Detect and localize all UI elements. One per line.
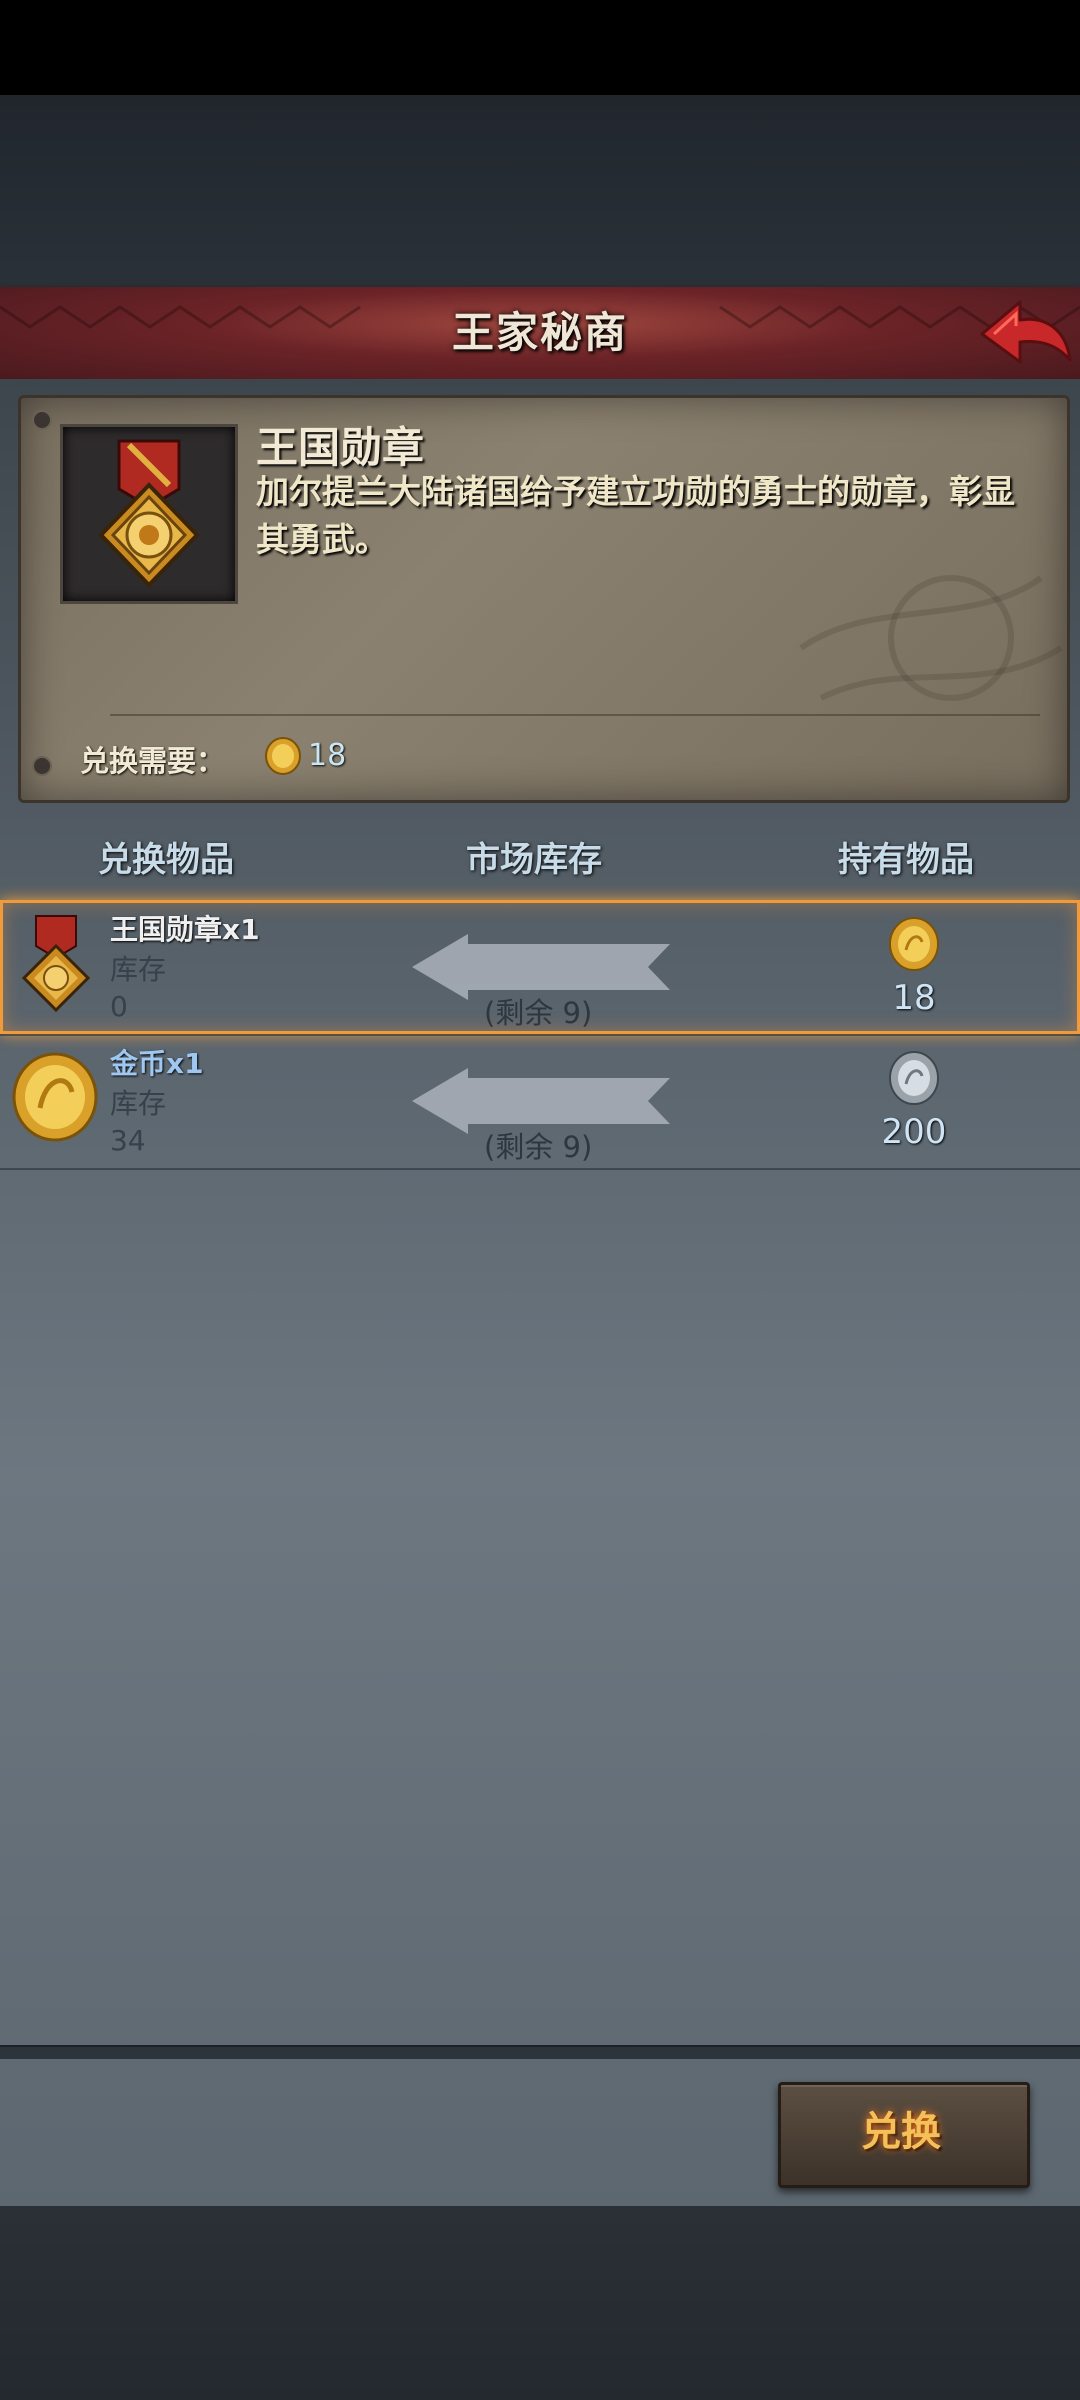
row-remaining: (剩余 9) bbox=[484, 996, 593, 1030]
medal-icon bbox=[98, 439, 200, 588]
divider bbox=[110, 714, 1040, 716]
row-stock-value: 34 bbox=[110, 1124, 146, 1157]
gold-coin-icon bbox=[12, 1052, 98, 1142]
column-header-owned-item: 持有物品 bbox=[838, 840, 974, 880]
row-stock-label: 库存 bbox=[110, 1087, 167, 1120]
cost-label: 兑换需要： bbox=[80, 744, 226, 778]
medal-icon bbox=[21, 915, 91, 1013]
row-remaining: (剩余 9) bbox=[484, 1130, 593, 1164]
row-item-name: 金币 bbox=[110, 1047, 167, 1080]
item-name: 王国勋章 bbox=[256, 423, 425, 472]
panel-rivet bbox=[32, 410, 52, 430]
exchange-button-label: 兑换 bbox=[861, 2109, 941, 2155]
row-stock-value: 0 bbox=[110, 990, 128, 1023]
column-header-market-stock: 市场库存 bbox=[466, 840, 602, 880]
status-bar bbox=[0, 0, 1080, 95]
page-title: 王家秘商 bbox=[451, 308, 628, 357]
row-item-qty: x1 bbox=[222, 913, 260, 946]
row-divider bbox=[0, 1168, 1080, 1170]
cost-value: 18 bbox=[308, 738, 347, 773]
panel-rivet bbox=[32, 756, 52, 776]
bottom-divider bbox=[0, 2045, 1080, 2059]
top-background bbox=[0, 95, 1080, 288]
column-header-exchange-item: 兑换物品 bbox=[98, 840, 234, 880]
row-owned-value: 18 bbox=[892, 978, 936, 1018]
row-item-qty: x1 bbox=[166, 1047, 204, 1080]
item-icon-frame bbox=[60, 424, 238, 604]
back-button[interactable] bbox=[974, 294, 1074, 372]
gold-coin-icon bbox=[265, 737, 301, 775]
gold-coin-icon bbox=[889, 917, 939, 971]
row-item-name: 王国勋章 bbox=[110, 913, 223, 946]
back-arrow-icon bbox=[980, 300, 1072, 364]
row-stock-label: 库存 bbox=[110, 953, 167, 986]
item-description: 加尔提兰大陆诸国给予建立功勋的勇士的勋章，彰显其勇武。 bbox=[256, 472, 1015, 559]
bottom-background bbox=[0, 2206, 1080, 2400]
silver-coin-icon bbox=[889, 1051, 939, 1105]
row-owned-value: 200 bbox=[881, 1112, 947, 1152]
